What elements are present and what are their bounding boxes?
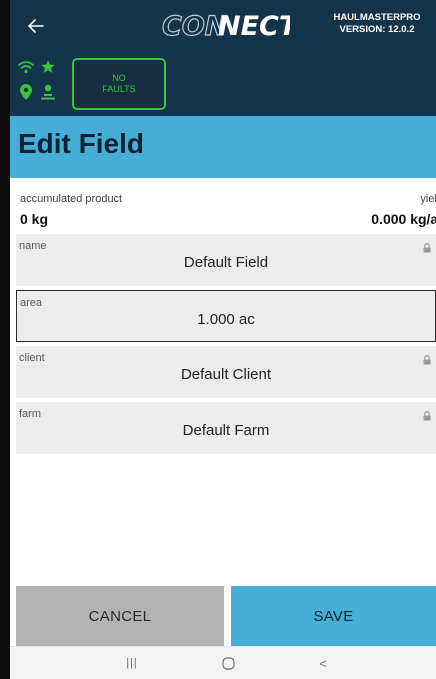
save-button[interactable]: SAVE [231, 586, 436, 646]
version-number: VERSION: 12.0.2 [339, 24, 415, 35]
area-field[interactable]: area 1.000 ac [16, 290, 436, 342]
app-screen: CON NECT HAULMASTERPRO VERSION: 12.0.2 N… [10, 0, 436, 679]
lock-icon [422, 352, 432, 365]
field-label: client [19, 352, 45, 364]
accumulated-product-value: 0 kg [20, 211, 49, 227]
fault-status-line1: NO [112, 73, 126, 83]
star-icon [40, 59, 56, 79]
conect-logo: CON NECT [160, 6, 290, 44]
version-info: HAULMASTERPRO VERSION: 12.0.2 [322, 12, 432, 36]
lock-icon [422, 408, 432, 421]
name-field[interactable]: name Default Field [16, 234, 436, 286]
field-value: Default Field [183, 254, 269, 271]
recents-icon[interactable]: ||| [120, 653, 144, 673]
farm-field[interactable]: farm Default Farm [16, 402, 436, 454]
recents-glyph: ||| [126, 657, 138, 669]
android-nav-bar: ||| < [10, 646, 436, 679]
field-label: area [20, 297, 43, 309]
field-value: Default Farm [182, 422, 270, 439]
field-summary: accumulated product 0 kg yield 0.000 kg/… [10, 178, 436, 234]
back-nav-icon[interactable]: < [311, 653, 335, 673]
product-name: HAULMASTERPRO [333, 12, 421, 23]
logo-text-solid: NECT [218, 11, 290, 42]
page-title-bar: Edit Field [10, 116, 436, 178]
back-arrow-icon[interactable] [24, 14, 48, 38]
yield-label: yield [420, 193, 436, 205]
field-label: name [19, 240, 47, 252]
device-bezel [0, 0, 10, 679]
field-value: Default Client [180, 366, 272, 383]
app-header: CON NECT HAULMASTERPRO VERSION: 12.0.2 [10, 0, 436, 50]
yield-value: 0.000 kg/ac [371, 211, 436, 227]
status-bar: NO FAULTS [10, 50, 436, 116]
field-value: 1.000 ac [197, 311, 255, 328]
home-icon[interactable] [216, 653, 240, 673]
lock-icon [422, 240, 432, 253]
client-field[interactable]: client Default Client [16, 346, 436, 398]
back-nav-glyph: < [319, 655, 327, 671]
page-title: Edit Field [18, 128, 144, 159]
operator-icon [40, 84, 56, 105]
cancel-button[interactable]: CANCEL [16, 586, 224, 646]
status-icons [18, 58, 62, 108]
location-pin-icon [20, 84, 32, 105]
field-label: farm [19, 408, 41, 420]
wifi-icon [18, 60, 34, 79]
fault-status-line2: FAULTS [102, 84, 136, 94]
fault-status-indicator[interactable]: NO FAULTS [72, 58, 166, 110]
accumulated-product-label: accumulated product [20, 193, 123, 205]
